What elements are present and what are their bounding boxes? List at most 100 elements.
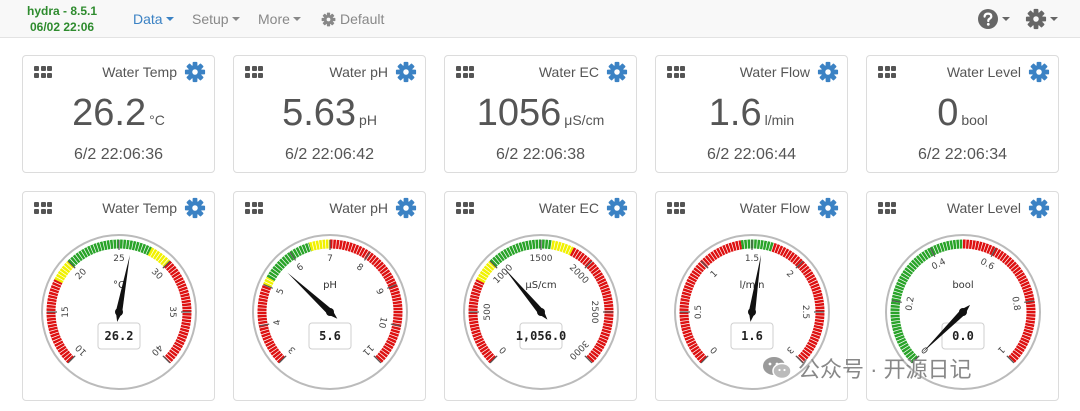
nav-menu-data[interactable]: Data bbox=[133, 0, 174, 38]
gear-icon[interactable] bbox=[395, 197, 417, 219]
gauge-tick-label: 7 bbox=[327, 254, 333, 264]
drag-handle-icon[interactable] bbox=[34, 66, 52, 78]
measurement-timestamp: 6/2 22:06:42 bbox=[285, 146, 374, 163]
gear-icon[interactable] bbox=[395, 61, 417, 83]
gauge-water-ec: 050010001500200025003000μS/cm1,056.0 bbox=[463, 234, 619, 390]
value-card-water-ph: Water pH 5.63 pH 6/2 22:06:42 bbox=[233, 55, 426, 173]
gauge-tick-label: 15 bbox=[61, 306, 71, 317]
gauge-value-readout: 1.6 bbox=[741, 329, 763, 343]
gauge-value-readout: 0.0 bbox=[952, 329, 974, 343]
card-title: Water Level bbox=[946, 200, 1021, 216]
help-menu[interactable] bbox=[977, 6, 1010, 32]
help-icon bbox=[978, 9, 998, 29]
drag-handle-icon[interactable] bbox=[456, 66, 474, 78]
gauge-value-box: 1,056.0 bbox=[516, 322, 567, 350]
gear-icon[interactable] bbox=[817, 197, 839, 219]
wechat-icon bbox=[763, 357, 792, 380]
measurement: 26.2 °C bbox=[23, 92, 214, 135]
watermark: 公众号 · 开源日记 bbox=[762, 352, 972, 384]
nav-menu-setup-label: Setup bbox=[192, 11, 229, 27]
drag-handle-icon[interactable] bbox=[245, 202, 263, 214]
nav-menu-setup[interactable]: Setup bbox=[192, 0, 240, 38]
brand-datetime: 06/02 22:06 bbox=[29, 20, 95, 34]
card-title: Water EC bbox=[538, 200, 599, 216]
nav-menu-more[interactable]: More bbox=[258, 0, 301, 38]
drag-handle-icon[interactable] bbox=[878, 66, 896, 78]
gauge-needle-hub bbox=[959, 308, 967, 316]
gauge-tick-label: 0.5 bbox=[694, 305, 704, 319]
drag-handle-icon[interactable] bbox=[667, 202, 685, 214]
gear-icon bbox=[1025, 8, 1047, 30]
card-title: Water Level bbox=[946, 64, 1021, 80]
card-title: Water EC bbox=[538, 64, 599, 80]
gear-icon[interactable] bbox=[184, 197, 206, 219]
gear-icon bbox=[321, 12, 336, 26]
gauge-card-water-ph: Water pH 3 4 5 6 7 8 9 10 11 pH 5.6 bbox=[233, 191, 426, 401]
drag-handle-icon[interactable] bbox=[667, 66, 685, 78]
measurement-unit: bool bbox=[961, 112, 988, 128]
gauge-card-water-temp: Water Temp 10 15 20 25 30 35 40 °C 26.2 bbox=[22, 191, 215, 401]
gauge-card-water-ec: Water EC 0 500 1000 1500 2000 2500 3000 μS/cm 1,… bbox=[444, 191, 637, 401]
drag-handle-icon[interactable] bbox=[245, 66, 263, 78]
measurement-timestamp: 6/2 22:06:38 bbox=[496, 146, 585, 163]
gear-icon[interactable] bbox=[1028, 61, 1050, 83]
measurement-unit: μS/cm bbox=[564, 112, 605, 128]
gauge-water-ph: 34567891011pH5.6 bbox=[252, 234, 408, 390]
drag-handle-icon[interactable] bbox=[456, 202, 474, 214]
measurement-timestamp: 6/2 22:06:44 bbox=[707, 146, 796, 163]
gauge-tick-label: 2.5 bbox=[800, 305, 810, 319]
gauge-needle-hub bbox=[326, 308, 334, 316]
gauge-value-box: 1.6 bbox=[730, 322, 774, 350]
gauge-tick-label: 1500 bbox=[530, 254, 553, 264]
gear-icon[interactable] bbox=[817, 61, 839, 83]
gauge-unit: l/min bbox=[739, 280, 764, 291]
gauge-tick-label: 25 bbox=[113, 254, 124, 264]
gauge-unit: μS/cm bbox=[525, 280, 556, 291]
chevron-down-icon bbox=[231, 17, 240, 21]
profile-label: Default bbox=[340, 11, 385, 27]
card-title: Water Flow bbox=[739, 200, 810, 216]
measurement-value: 0 bbox=[937, 92, 959, 134]
brand[interactable]: hydra - 8.5.1 06/02 22:06 bbox=[27, 3, 97, 35]
measurement: 1056 μS/cm bbox=[445, 92, 636, 135]
gear-icon[interactable] bbox=[1028, 197, 1050, 219]
gear-icon[interactable] bbox=[184, 61, 206, 83]
measurement-value: 1056 bbox=[476, 92, 562, 134]
gauge-value-readout: 5.6 bbox=[319, 329, 341, 343]
card-title: Water Flow bbox=[739, 64, 810, 80]
drag-handle-icon[interactable] bbox=[34, 202, 52, 214]
chevron-down-icon bbox=[165, 17, 174, 21]
measurement-value: 1.6 bbox=[708, 92, 762, 134]
settings-menu[interactable] bbox=[1025, 6, 1058, 32]
chevron-down-icon bbox=[1050, 17, 1058, 21]
gauge-tick-label: 1.5 bbox=[745, 254, 759, 264]
measurement-unit: pH bbox=[359, 112, 377, 128]
gauge-water-temp: 10152025303540°C26.2 bbox=[41, 234, 197, 390]
card-title: Water Temp bbox=[102, 64, 177, 80]
measurement-timestamp: 6/2 22:06:36 bbox=[74, 146, 163, 163]
gauge-unit: pH bbox=[323, 280, 337, 291]
top-navbar: hydra - 8.5.1 06/02 22:06 Data Setup Mor… bbox=[0, 0, 1080, 38]
measurement-unit: °C bbox=[149, 112, 165, 128]
gauge-needle-hub bbox=[115, 308, 123, 316]
chevron-down-icon bbox=[292, 17, 301, 21]
drag-handle-icon[interactable] bbox=[878, 202, 896, 214]
gauge-value-readout: 1,056.0 bbox=[516, 329, 567, 343]
watermark-text: 公众号 · 开源日记 bbox=[798, 357, 972, 382]
card-title: Water Temp bbox=[102, 200, 177, 216]
chevron-down-icon bbox=[1002, 17, 1010, 21]
value-card-water-flow: Water Flow 1.6 l/min 6/2 22:06:44 bbox=[655, 55, 848, 173]
measurement: 5.63 pH bbox=[234, 92, 425, 135]
nav-menu-more-label: More bbox=[258, 11, 290, 27]
value-card-water-level: Water Level 0 bool 6/2 22:06:34 bbox=[866, 55, 1059, 173]
measurement-value: 5.63 bbox=[282, 92, 357, 134]
gear-icon[interactable] bbox=[606, 197, 628, 219]
card-title: Water pH bbox=[329, 64, 388, 80]
measurement: 0 bool bbox=[867, 92, 1058, 135]
gauge-unit: bool bbox=[952, 280, 973, 291]
gear-icon[interactable] bbox=[606, 61, 628, 83]
gauge-tick-label: 35 bbox=[167, 306, 177, 317]
profile-menu[interactable]: Default bbox=[321, 0, 384, 38]
value-card-water-ec: Water EC 1056 μS/cm 6/2 22:06:38 bbox=[444, 55, 637, 173]
gauge-tick-label: 500 bbox=[483, 303, 493, 320]
